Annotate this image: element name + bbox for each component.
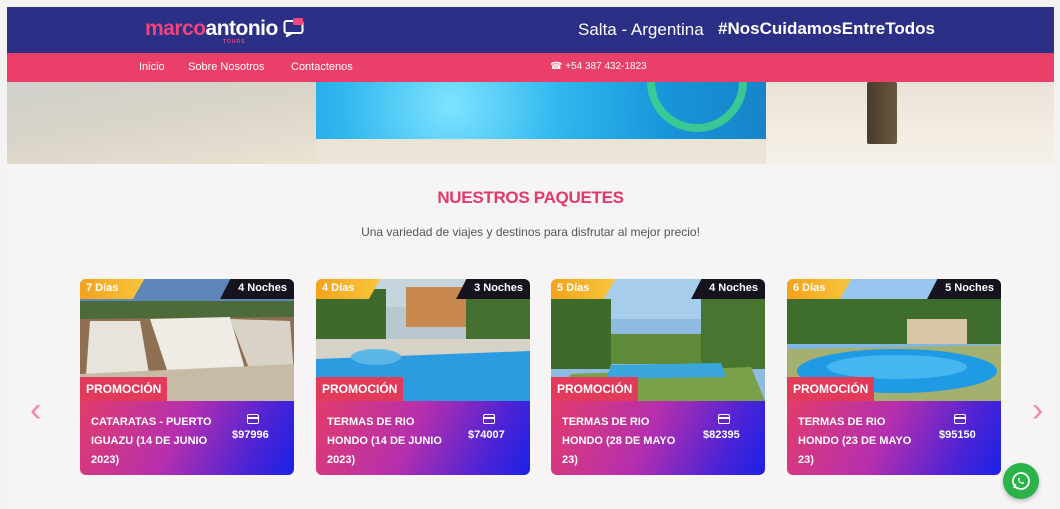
- credit-card-icon: [483, 414, 495, 424]
- logo-name: antonio: [205, 17, 279, 40]
- logo-sub: TOURS: [223, 39, 246, 45]
- promo-badge: PROMOCIÓN: [80, 377, 168, 401]
- package-name: CATARATAS - PUERTO IGUAZU (14 DE JUNIO 2…: [91, 416, 212, 466]
- hero-palm-trunk: [867, 82, 897, 144]
- whatsapp-button[interactable]: [1003, 463, 1039, 499]
- package-info: TERMAS DE RIO HONDO (28 DE MAYO 23) $823…: [551, 401, 765, 475]
- logo-brand: marco: [145, 17, 206, 40]
- logo-chat-icon: [283, 18, 304, 37]
- package-card[interactable]: 4 Días 3 Noches PROMOCIÓN TERMAS DE RIO …: [316, 279, 530, 475]
- package-info: CATARATAS - PUERTO IGUAZU (14 DE JUNIO 2…: [80, 401, 294, 475]
- package-price: $95150: [939, 429, 976, 441]
- section-subtitle: Una variedad de viajes y destinos para d…: [361, 225, 700, 239]
- promo-badge: PROMOCIÓN: [551, 377, 639, 401]
- package-card[interactable]: 6 Días 5 Noches PROMOCIÓN TERMAS DE RIO …: [787, 279, 1001, 475]
- credit-card-icon: [954, 414, 966, 424]
- package-name: TERMAS DE RIO HONDO (28 DE MAYO 23): [562, 416, 676, 466]
- package-info: TERMAS DE RIO HONDO (23 DE MAYO 23) $951…: [787, 401, 1001, 475]
- package-card[interactable]: 5 Días 4 Noches PROMOCIÓN TERMAS DE RIO …: [551, 279, 765, 475]
- nights-badge: 3 Noches: [456, 279, 530, 299]
- hero-sand-right: [766, 82, 1054, 164]
- location-text: Salta - Argentina: [578, 20, 704, 39]
- hashtag-text: #NosCuidamosEntreTodos: [718, 19, 935, 38]
- package-card[interactable]: 7 Días 4 Noches PROMOCIÓN CATARATAS - PU…: [80, 279, 294, 475]
- nights-badge: 5 Noches: [927, 279, 1001, 299]
- package-price: $97996: [232, 429, 269, 441]
- package-price: $82395: [703, 429, 740, 441]
- nights-badge: 4 Noches: [691, 279, 765, 299]
- package-info: TERMAS DE RIO HONDO (14 DE JUNIO 2023) $…: [316, 401, 530, 475]
- top-header: marcoantonio TOURS Salta - Argentina #No…: [7, 7, 1054, 53]
- hero-sand-left: [7, 82, 317, 164]
- chevron-right-icon[interactable]: ›: [1032, 393, 1050, 427]
- navbar: Inicio Sobre Nosotros Contactenos ☎ +54 …: [7, 53, 1054, 82]
- logo[interactable]: marcoantonio TOURS: [145, 17, 279, 45]
- whatsapp-icon: [1012, 472, 1030, 490]
- nights-badge: 4 Noches: [220, 279, 294, 299]
- package-name: TERMAS DE RIO HONDO (23 DE MAYO 23): [798, 416, 912, 466]
- section-title: NUESTROS PAQUETES: [437, 188, 624, 207]
- phone-number[interactable]: ☎ +54 387 432-1823: [550, 61, 647, 72]
- credit-card-icon: [247, 414, 259, 424]
- hero-banner: [7, 82, 1054, 164]
- nav-sobre-nosotros[interactable]: Sobre Nosotros: [188, 61, 264, 73]
- credit-card-icon: [718, 414, 730, 424]
- chevron-left-icon[interactable]: ‹: [30, 393, 48, 427]
- page: marcoantonio TOURS Salta - Argentina #No…: [7, 7, 1054, 509]
- nav-contactenos[interactable]: Contactenos: [291, 61, 353, 73]
- promo-badge: PROMOCIÓN: [316, 377, 404, 401]
- nav-inicio[interactable]: Inicio: [139, 61, 165, 73]
- package-price: $74007: [468, 429, 505, 441]
- promo-badge: PROMOCIÓN: [787, 377, 875, 401]
- package-name: TERMAS DE RIO HONDO (14 DE JUNIO 2023): [327, 416, 442, 466]
